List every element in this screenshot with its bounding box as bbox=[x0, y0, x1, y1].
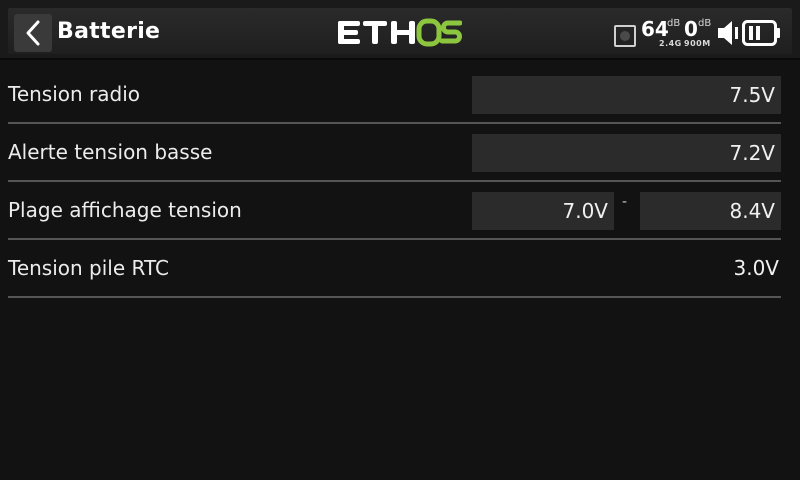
setting-label: Plage affichage tension bbox=[8, 198, 242, 222]
header-bar: Batterie 64 dB 2.4G 0 dB 900M bbox=[0, 0, 800, 60]
setting-label: Tension radio bbox=[8, 82, 141, 106]
setting-label: Alerte tension basse bbox=[8, 140, 213, 164]
receiver-status-icon bbox=[614, 25, 636, 47]
signal1-unit: dB bbox=[667, 18, 681, 29]
back-button[interactable] bbox=[14, 14, 52, 52]
battery-icon bbox=[742, 20, 780, 46]
setting-row-voltage-range: Plage affichage tension 7.0V - 8.4V bbox=[8, 182, 781, 240]
low-voltage-alert-field[interactable]: 7.2V bbox=[472, 134, 781, 172]
setting-label: Tension pile RTC bbox=[8, 256, 169, 280]
radio-voltage-field: 7.5V bbox=[472, 76, 781, 114]
ethos-logo bbox=[338, 18, 462, 47]
setting-row-low-voltage-alert: Alerte tension basse 7.2V bbox=[8, 124, 781, 182]
chevron-left-icon bbox=[26, 20, 40, 46]
signal2-unit: dB bbox=[698, 18, 712, 29]
page-title: Batterie bbox=[57, 19, 161, 44]
voltage-range-min-field[interactable]: 7.0V bbox=[472, 192, 614, 230]
signal2-value: 0 bbox=[684, 17, 698, 41]
signal1-band: 2.4G bbox=[659, 39, 682, 48]
setting-row-rtc-voltage: Tension pile RTC 3.0V bbox=[8, 240, 781, 298]
range-separator: - bbox=[622, 194, 628, 210]
speaker-icon[interactable] bbox=[716, 19, 740, 47]
setting-row-radio-voltage: Tension radio 7.5V bbox=[8, 66, 781, 124]
signal2-band: 900M bbox=[684, 39, 711, 48]
signal1-value: 64 bbox=[641, 17, 669, 41]
voltage-range-max-field[interactable]: 8.4V bbox=[640, 192, 781, 230]
rtc-voltage-value: 3.0V bbox=[733, 256, 780, 280]
